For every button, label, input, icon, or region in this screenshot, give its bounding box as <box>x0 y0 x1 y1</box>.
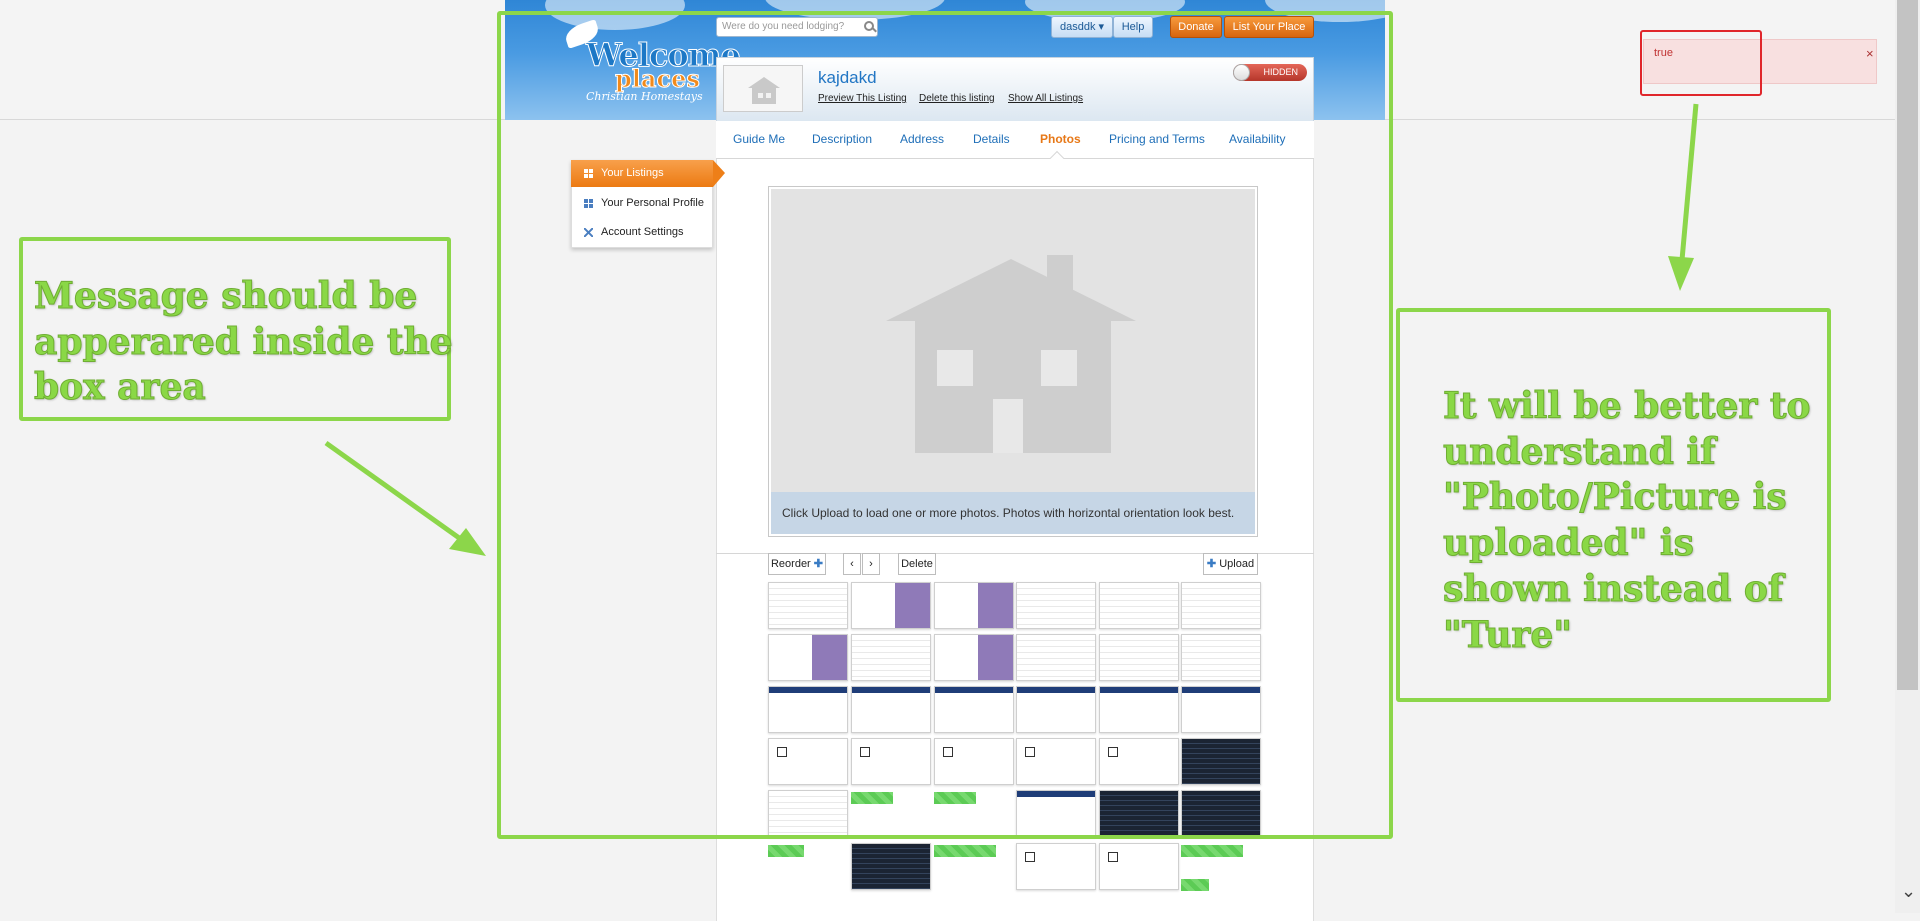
annotation-red-highlight <box>1640 30 1762 96</box>
broken-image-tile[interactable] <box>1016 843 1096 890</box>
annotation-right-text: It will be better to understand if "Phot… <box>1443 384 1812 656</box>
broken-image-tile[interactable] <box>1099 843 1179 890</box>
photo-tile[interactable] <box>851 843 931 890</box>
upload-progress-bar <box>934 845 996 857</box>
close-icon[interactable]: × <box>1866 46 1874 61</box>
annotation-left-text: Message should be apperared inside the b… <box>34 274 454 409</box>
annotation-arrow-left <box>324 440 486 556</box>
annotation-arrow-top <box>1668 103 1699 291</box>
scrollbar-thumb[interactable] <box>1897 0 1918 690</box>
scroll-down-icon[interactable]: ⌄ <box>1901 881 1916 902</box>
annotation-content-box <box>497 11 1393 839</box>
upload-progress-bar <box>1181 845 1243 857</box>
upload-progress-bar <box>768 845 804 857</box>
upload-progress-bar <box>1181 879 1209 891</box>
